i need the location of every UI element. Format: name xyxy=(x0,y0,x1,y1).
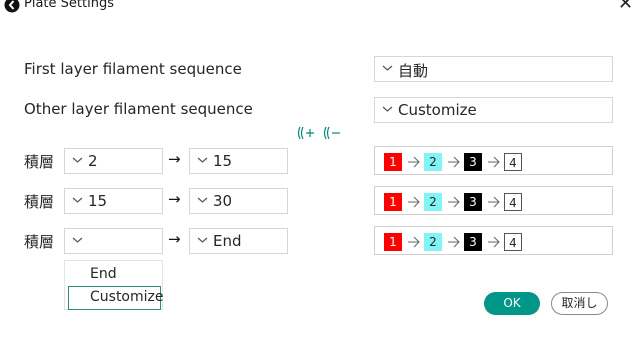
range-to-select[interactable]: 15 xyxy=(189,148,288,174)
filament-chip-2: 2 xyxy=(424,193,442,211)
close-icon[interactable]: ✕ xyxy=(618,0,633,13)
filament-chip-4: 4 xyxy=(504,233,522,251)
range-from-value: 2 xyxy=(88,152,98,170)
range-to-select[interactable]: End xyxy=(189,228,288,254)
sequence-arrow-icon xyxy=(488,236,500,248)
range-to-value: 15 xyxy=(213,152,233,170)
sequence-arrow-icon xyxy=(408,196,420,208)
filament-sequence: 1 2 3 4 xyxy=(374,146,613,175)
chevron-down-icon xyxy=(382,106,393,112)
other-layer-label: Other layer filament sequence xyxy=(24,100,253,118)
dropdown-option-label: Customize xyxy=(90,289,164,305)
sequence-arrow-icon xyxy=(448,236,460,248)
filament-chip-3: 3 xyxy=(464,153,482,171)
range-from-value: 15 xyxy=(88,192,108,210)
sequence-arrow-icon xyxy=(488,156,500,168)
chevron-down-icon xyxy=(72,197,83,203)
first-layer-select[interactable]: 自動 xyxy=(374,56,613,82)
filament-chip-1: 1 xyxy=(384,153,402,171)
dropdown-option-label: End xyxy=(90,266,117,282)
window-title: Plate Settings xyxy=(24,0,114,11)
sequence-arrow-icon xyxy=(408,156,420,168)
filament-sequence: 1 2 3 4 xyxy=(374,226,613,255)
chevron-down-icon xyxy=(72,237,83,243)
filament-chip-1: 1 xyxy=(384,233,402,251)
range-to-value: End xyxy=(213,232,242,250)
first-layer-label: First layer filament sequence xyxy=(24,60,242,78)
add-layer-range-icon[interactable] xyxy=(297,126,315,140)
dropdown-option-end[interactable]: End xyxy=(65,263,164,287)
chevron-down-icon xyxy=(72,157,83,163)
filament-chip-1: 1 xyxy=(384,193,402,211)
cancel-button[interactable]: 取消し xyxy=(551,292,608,315)
filament-chip-3: 3 xyxy=(464,193,482,211)
app-icon xyxy=(4,0,20,13)
other-layer-value: Customize xyxy=(398,101,477,119)
range-from-select[interactable] xyxy=(64,228,163,254)
sequence-arrow-icon xyxy=(448,196,460,208)
filament-chip-2: 2 xyxy=(424,233,442,251)
first-layer-value: 自動 xyxy=(398,62,429,80)
chevron-down-icon xyxy=(197,157,208,163)
filament-chip-3: 3 xyxy=(464,233,482,251)
filament-chip-2: 2 xyxy=(424,153,442,171)
dropdown-option-customize[interactable]: Customize xyxy=(68,286,164,310)
title-bar: Plate Settings ✕ xyxy=(0,0,636,14)
range-arrow: → xyxy=(168,190,181,208)
other-layer-select[interactable]: Customize xyxy=(374,97,613,123)
chevron-down-icon xyxy=(197,197,208,203)
range-from-select[interactable]: 2 xyxy=(64,148,163,174)
chevron-down-icon xyxy=(197,237,208,243)
filament-chip-4: 4 xyxy=(504,193,522,211)
range-arrow: → xyxy=(168,150,181,168)
range-to-value: 30 xyxy=(213,192,233,210)
sequence-arrow-icon xyxy=(488,196,500,208)
remove-layer-range-icon[interactable] xyxy=(323,126,341,140)
sequence-arrow-icon xyxy=(408,236,420,248)
range-dropdown-list: End Customize xyxy=(64,260,164,310)
sequence-arrow-icon xyxy=(448,156,460,168)
range-to-select[interactable]: 30 xyxy=(189,188,288,214)
range-arrow: → xyxy=(168,230,181,248)
filament-sequence: 1 2 3 4 xyxy=(374,186,613,215)
filament-chip-4: 4 xyxy=(504,153,522,171)
range-label: 積層 xyxy=(24,153,55,171)
range-label: 積層 xyxy=(24,193,55,211)
ok-button[interactable]: OK xyxy=(484,292,540,315)
chevron-down-icon xyxy=(382,65,393,71)
range-from-select[interactable]: 15 xyxy=(64,188,163,214)
range-label: 積層 xyxy=(24,233,55,251)
